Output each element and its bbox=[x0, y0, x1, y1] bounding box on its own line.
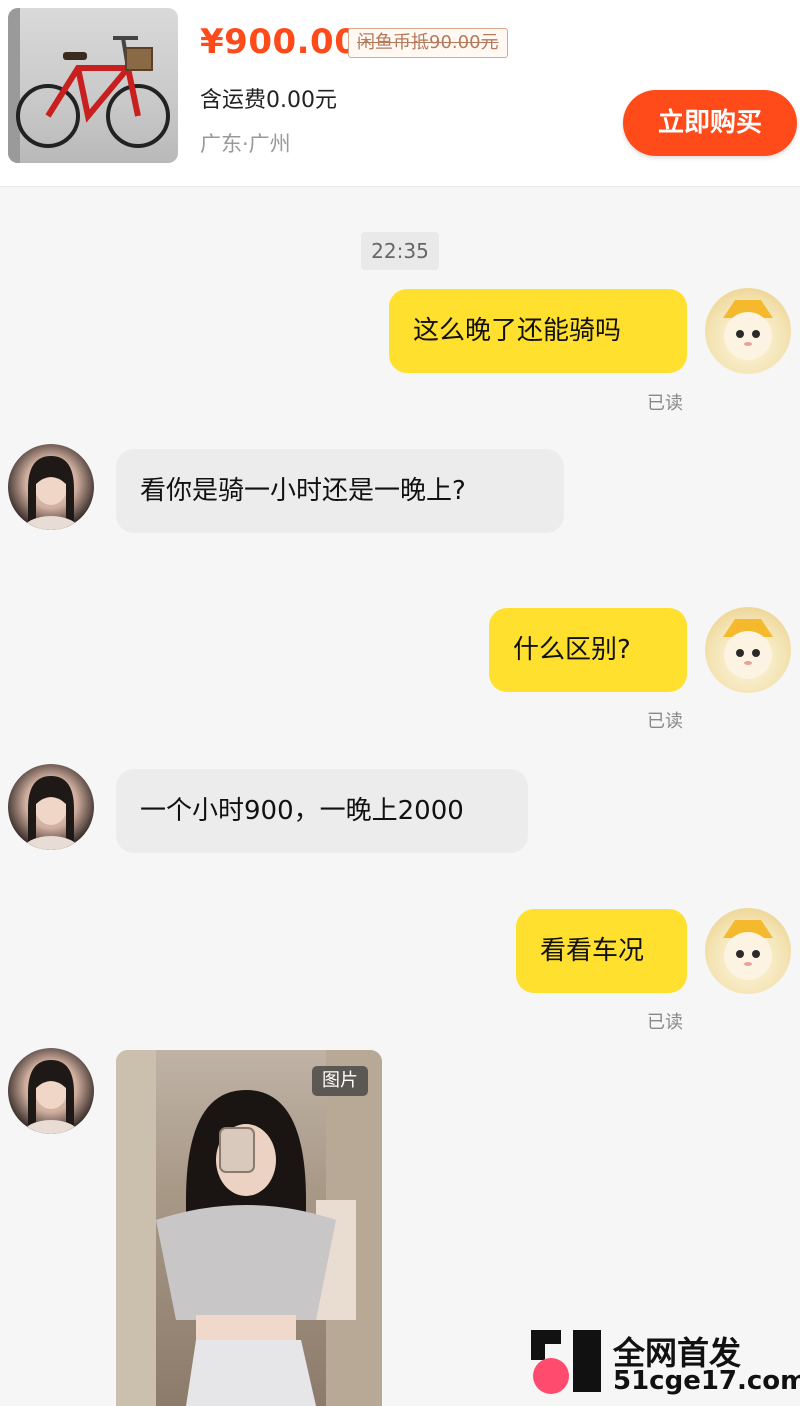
read-status: 已读 bbox=[647, 393, 683, 414]
cartoon-avatar-icon bbox=[723, 619, 773, 679]
message-bubble-sent[interactable]: 什么区别? bbox=[489, 608, 687, 692]
coin-discount-tag: 闲鱼币抵90.00元 bbox=[348, 28, 508, 58]
message-bubble-received[interactable]: 一个小时900，一晚上2000 bbox=[116, 769, 528, 853]
message-bubble-sent[interactable]: 看看车况 bbox=[516, 909, 687, 993]
read-status: 已读 bbox=[647, 1012, 683, 1033]
chat-timestamp: 22:35 bbox=[361, 232, 439, 270]
seller-photo-icon bbox=[23, 456, 79, 530]
message-bubble-received[interactable]: 看你是骑一小时还是一晚上? bbox=[116, 449, 564, 533]
watermark-logo-icon bbox=[531, 1330, 601, 1394]
product-thumbnail[interactable] bbox=[8, 8, 178, 163]
message-bubble-sent[interactable]: 这么晚了还能骑吗 bbox=[389, 289, 687, 373]
my-avatar[interactable] bbox=[705, 607, 791, 693]
watermark: 全网首发 51cge17.com bbox=[525, 1326, 800, 1396]
shipping-info: 含运费0.00元 bbox=[200, 88, 337, 113]
bicycle-image bbox=[8, 8, 170, 163]
cartoon-avatar-icon bbox=[723, 920, 773, 980]
read-status: 已读 bbox=[647, 711, 683, 732]
product-price: ¥900.00 bbox=[200, 22, 359, 62]
seller-photo-icon bbox=[23, 1060, 79, 1134]
seller-avatar[interactable] bbox=[8, 444, 94, 530]
photo-content bbox=[116, 1050, 382, 1406]
seller-location: 广东·广州 bbox=[200, 132, 291, 156]
image-badge: 图片 bbox=[312, 1066, 368, 1096]
watermark-url: 51cge17.com bbox=[613, 1366, 800, 1396]
seller-avatar[interactable] bbox=[8, 1048, 94, 1134]
cartoon-avatar-icon bbox=[723, 300, 773, 360]
seller-photo-icon bbox=[23, 776, 79, 850]
product-header: ¥900.00 闲鱼币抵90.00元 含运费0.00元 广东·广州 立即购买 bbox=[0, 0, 800, 187]
my-avatar[interactable] bbox=[705, 908, 791, 994]
my-avatar[interactable] bbox=[705, 288, 791, 374]
image-message[interactable]: 图片 bbox=[116, 1050, 382, 1406]
seller-avatar[interactable] bbox=[8, 764, 94, 850]
buy-now-button[interactable]: 立即购买 bbox=[623, 90, 797, 156]
